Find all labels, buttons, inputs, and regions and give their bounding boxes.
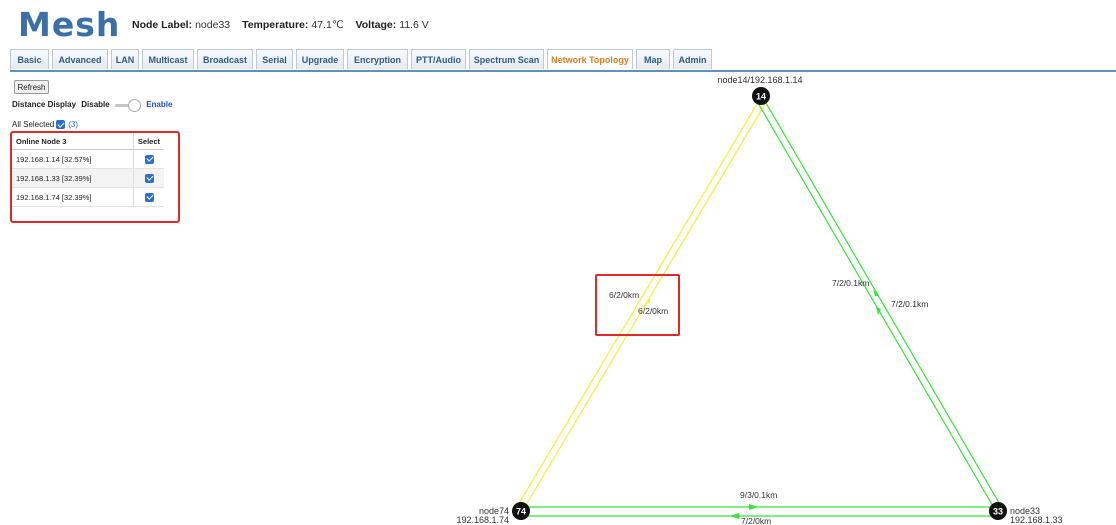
node-14-label: node14/192.168.1.14 xyxy=(717,75,802,85)
link-label-highlight xyxy=(595,274,680,336)
link-label-74-33-a: 9/3/0.1km xyxy=(740,490,777,500)
node-33-ip: 192.168.1.33 xyxy=(1010,515,1063,525)
node-14-id: 14 xyxy=(756,92,766,102)
node-74-ip: 192.168.1.74 xyxy=(456,515,509,525)
node-33-id: 33 xyxy=(993,507,1003,517)
link-14-33-b xyxy=(765,102,1003,509)
network-topology-graph: 6/2/0km 6/2/0km 7/2/0.1km 7/2/0.1km 9/3/… xyxy=(456,75,1063,525)
link-label-14-33-a: 7/2/0.1km xyxy=(832,278,869,288)
node-74-id: 74 xyxy=(516,507,526,517)
arrow-74-33-a xyxy=(749,504,758,510)
arrow-74-33-b xyxy=(730,513,739,519)
link-label-14-33-b: 7/2/0.1km xyxy=(891,299,928,309)
link-label-74-33-b: 7/2/0km xyxy=(741,516,771,525)
link-14-33-a xyxy=(757,102,995,509)
arrow-14-33-a xyxy=(873,289,879,296)
